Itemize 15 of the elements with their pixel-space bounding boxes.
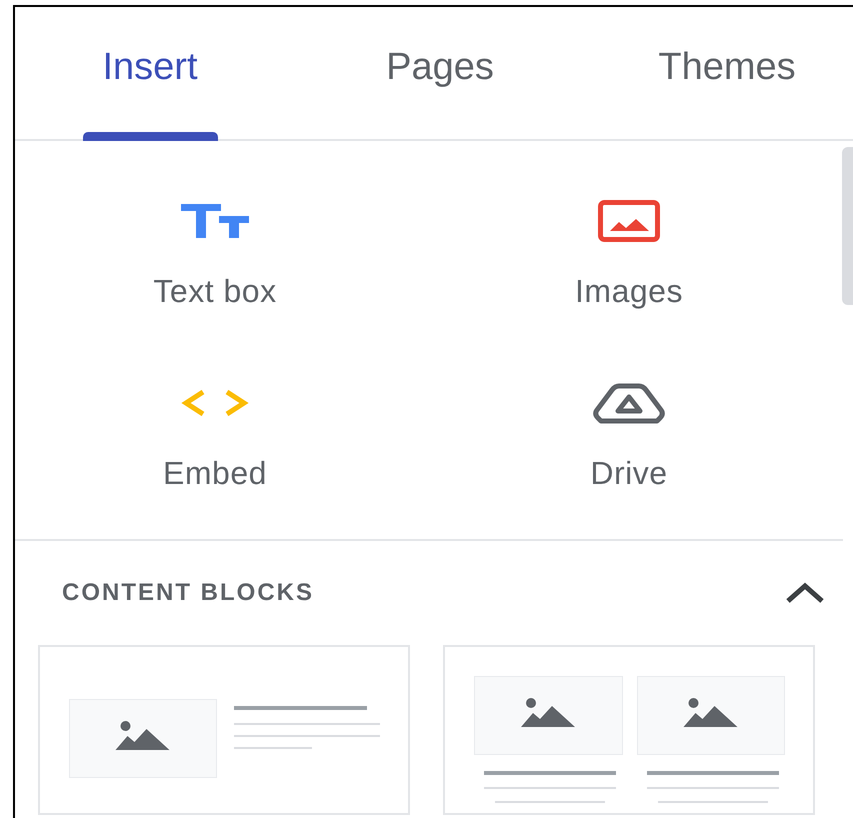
triangle-icon: [593, 382, 665, 424]
image-icon: [598, 200, 660, 242]
insert-tool-button[interactable]: Embed: [15, 381, 415, 493]
text-format-icon: [181, 204, 249, 238]
insert-tool-button[interactable]: Text box: [15, 199, 415, 311]
tab[interactable]: Themes: [595, 7, 853, 139]
code-brackets-icon: [181, 389, 249, 417]
scrollbar[interactable]: [842, 147, 853, 305]
tab[interactable]: Pages: [285, 7, 595, 139]
insert-tool-button[interactable]: Images: [415, 199, 843, 311]
collapse-button[interactable]: [785, 582, 825, 604]
insert-tool-button[interactable]: Drive: [415, 381, 843, 493]
section-heading: CONTENT BLOCKS: [62, 579, 314, 607]
tab[interactable]: Insert: [15, 7, 285, 139]
chevron-up-icon: [785, 582, 825, 604]
